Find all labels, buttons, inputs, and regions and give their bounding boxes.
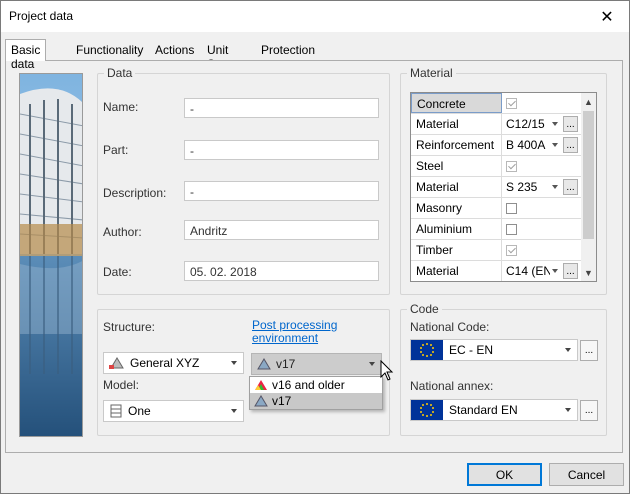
eu-flag-icon bbox=[411, 340, 443, 360]
close-button[interactable]: ✕ bbox=[585, 1, 629, 32]
structure-value: General XYZ bbox=[130, 356, 200, 370]
timber-material-value[interactable]: C14 (EN bbox=[506, 264, 550, 278]
national-code-value: EC - EN bbox=[449, 343, 494, 357]
chevron-down-icon bbox=[552, 122, 558, 126]
date-label: Date: bbox=[103, 265, 132, 279]
concrete-material-browse-button[interactable]: ... bbox=[563, 116, 578, 132]
code-group-legend: Code bbox=[407, 302, 442, 316]
post-processing-link[interactable]: Post processing environment bbox=[252, 319, 342, 345]
steel-checkbox[interactable] bbox=[506, 160, 517, 172]
part-field[interactable]: - bbox=[184, 140, 379, 160]
tab-basic-data[interactable]: Basic data bbox=[5, 39, 47, 71]
timber-checkbox[interactable] bbox=[506, 244, 517, 256]
material-grid-scrollbar[interactable]: ▲ ▼ bbox=[581, 93, 596, 281]
national-code-browse-button[interactable]: ... bbox=[580, 340, 598, 361]
data-group-legend: Data bbox=[104, 66, 136, 80]
material-row-steel[interactable]: Steel bbox=[411, 156, 583, 177]
name-label: Name: bbox=[103, 100, 139, 114]
building-picture bbox=[20, 74, 82, 436]
steel-material-browse-button[interactable]: ... bbox=[563, 179, 578, 195]
general-xyz-icon bbox=[109, 356, 125, 370]
tab-protection[interactable]: Protection bbox=[257, 41, 319, 60]
title-bar: Project data ✕ bbox=[1, 1, 629, 32]
model-icon bbox=[109, 404, 123, 418]
option-v16-and-older[interactable]: v16 and older bbox=[250, 377, 382, 393]
scroll-up-icon[interactable]: ▲ bbox=[581, 93, 596, 110]
tab-actions[interactable]: Actions bbox=[151, 41, 198, 60]
post-processing-select[interactable]: v17 bbox=[251, 353, 382, 375]
material-row-concrete[interactable]: Concrete bbox=[411, 93, 583, 114]
ok-button[interactable]: OK bbox=[467, 463, 542, 486]
author-field[interactable]: Andritz bbox=[184, 220, 379, 240]
material-row-aluminium[interactable]: Aluminium bbox=[411, 219, 583, 240]
scroll-thumb[interactable] bbox=[583, 111, 594, 239]
eu-flag-icon bbox=[411, 400, 443, 420]
national-code-label: National Code: bbox=[410, 320, 490, 334]
window-title: Project data bbox=[9, 9, 74, 23]
concrete-checkbox[interactable] bbox=[506, 97, 517, 109]
national-annex-browse-button[interactable]: ... bbox=[580, 400, 598, 421]
reinforcement-value[interactable]: B 400A bbox=[506, 138, 550, 152]
aluminium-checkbox[interactable] bbox=[506, 223, 517, 235]
part-label: Part: bbox=[103, 143, 129, 157]
national-annex-select[interactable]: Standard EN bbox=[410, 399, 578, 421]
concrete-material-value[interactable]: C12/15 bbox=[506, 117, 550, 131]
chevron-down-icon bbox=[231, 409, 237, 413]
name-field[interactable]: - bbox=[184, 98, 379, 118]
date-field[interactable]: 05. 02. 2018 bbox=[184, 261, 379, 281]
chevron-down-icon bbox=[552, 143, 558, 147]
post-processing-dropdown: v16 and older v17 bbox=[249, 376, 383, 410]
material-row-timber-material[interactable]: Material C14 (EN ... bbox=[411, 261, 583, 281]
description-label: Description: bbox=[103, 186, 167, 200]
chevron-down-icon bbox=[565, 408, 571, 412]
mouse-cursor-icon bbox=[380, 359, 394, 385]
timber-material-browse-button[interactable]: ... bbox=[563, 263, 578, 279]
national-annex-label: National annex: bbox=[410, 379, 494, 393]
description-field[interactable]: - bbox=[184, 181, 379, 201]
material-row-masonry[interactable]: Masonry bbox=[411, 198, 583, 219]
chevron-down-icon bbox=[552, 185, 558, 189]
option-v17[interactable]: v17 bbox=[250, 393, 382, 409]
post-processing-value: v17 bbox=[276, 357, 296, 371]
model-select[interactable]: One bbox=[103, 400, 244, 422]
material-grid: Concrete Material C12/15 ... Reinforceme… bbox=[410, 92, 597, 282]
chevron-down-icon bbox=[231, 361, 237, 365]
model-label: Model: bbox=[103, 378, 140, 392]
material-row-steel-material[interactable]: Material S 235 ... bbox=[411, 177, 583, 198]
project-data-dialog: Project data ✕ Basic data Functionality … bbox=[0, 0, 630, 494]
national-code-select[interactable]: EC - EN bbox=[410, 339, 578, 361]
building-image bbox=[19, 73, 83, 437]
author-label: Author: bbox=[103, 225, 142, 239]
masonry-checkbox[interactable] bbox=[506, 202, 517, 214]
v17-icon bbox=[257, 357, 271, 371]
v17-icon bbox=[254, 394, 268, 408]
steel-material-value[interactable]: S 235 bbox=[506, 180, 550, 194]
structure-label: Structure: bbox=[103, 320, 156, 334]
v16-icon bbox=[254, 378, 268, 392]
tab-functionality[interactable]: Functionality bbox=[72, 41, 147, 60]
close-icon: ✕ bbox=[600, 8, 614, 26]
chevron-down-icon bbox=[565, 348, 571, 352]
material-row-reinforcement[interactable]: Reinforcement B 400A ... bbox=[411, 135, 583, 156]
tab-unit-set[interactable]: Unit Set bbox=[203, 41, 232, 71]
material-row-concrete-material[interactable]: Material C12/15 ... bbox=[411, 114, 583, 135]
chevron-down-icon bbox=[369, 362, 375, 366]
material-group-legend: Material bbox=[407, 66, 456, 80]
reinforcement-browse-button[interactable]: ... bbox=[563, 137, 578, 153]
scroll-down-icon[interactable]: ▼ bbox=[581, 264, 596, 281]
structure-select[interactable]: General XYZ bbox=[103, 352, 244, 374]
material-row-timber[interactable]: Timber bbox=[411, 240, 583, 261]
national-annex-value: Standard EN bbox=[449, 403, 518, 417]
model-value: One bbox=[128, 404, 151, 418]
chevron-down-icon bbox=[552, 269, 558, 273]
cancel-button[interactable]: Cancel bbox=[549, 463, 624, 486]
